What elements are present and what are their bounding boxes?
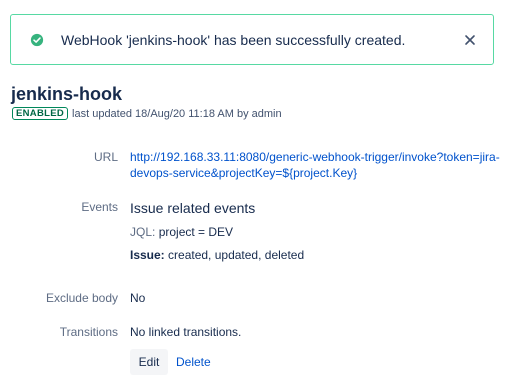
url-label: URL [93,150,118,164]
exclude-body-value: No [130,291,146,305]
webhook-url-link[interactable]: http://192.168.33.11:8080/generic-webhoo… [130,149,500,181]
issue-key: Issue: [130,248,165,262]
webhook-title: jenkins-hook [11,84,123,104]
webhook-meta: ENABLED last updated 18/Aug/20 11:18 AM … [12,107,282,120]
events-label: Events [81,200,118,214]
transitions-value: No linked transitions. [130,325,242,339]
success-check-icon [30,33,44,47]
success-flag: WebHook 'jenkins-hook' has been successf… [10,14,494,65]
jql-key: JQL: [130,225,156,239]
exclude-body-label: Exclude body [45,291,118,305]
close-icon[interactable] [462,32,478,48]
events-title: Issue related events [130,200,256,216]
issue-value: created, updated, deleted [168,248,305,262]
jql-value: project = DEV [158,225,234,239]
jql-row: JQL: project = DEV [130,225,233,239]
delete-link[interactable]: Delete [176,355,211,369]
flag-message: WebHook 'jenkins-hook' has been successf… [61,32,406,48]
transitions-label: Transitions [59,325,118,339]
last-updated-text: last updated 18/Aug/20 11:18 AM by admin [72,107,282,120]
edit-button[interactable]: Edit [130,349,168,375]
status-badge: ENABLED [12,107,69,120]
issue-row: Issue: created, updated, deleted [130,248,304,262]
